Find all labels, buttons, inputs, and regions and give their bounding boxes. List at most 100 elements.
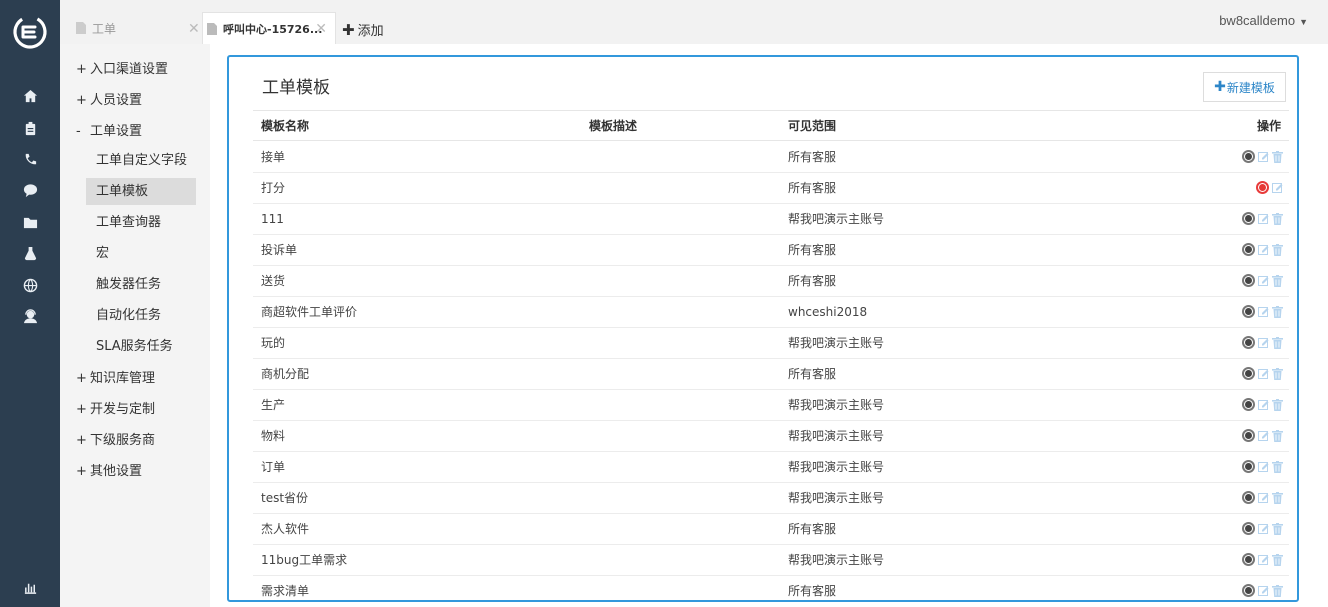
folder-icon[interactable]: [20, 212, 40, 232]
document-icon: [207, 22, 217, 35]
sidebar-item[interactable]: 工单自定义字段: [86, 147, 196, 174]
sidebar-item[interactable]: 触发器任务: [86, 271, 196, 298]
enable-toggle-icon[interactable]: [1242, 460, 1255, 473]
bar-chart-icon[interactable]: [20, 577, 40, 597]
edit-icon[interactable]: [1258, 430, 1269, 442]
enable-toggle-icon[interactable]: [1242, 150, 1255, 163]
template-name: 打分: [261, 181, 286, 195]
phone-icon[interactable]: [20, 149, 40, 169]
user-menu[interactable]: bw8calldemo ▼: [1219, 13, 1308, 28]
delete-icon[interactable]: [1272, 336, 1283, 349]
enable-toggle-icon[interactable]: [1242, 429, 1255, 442]
sidebar-group[interactable]: - 工单设置: [76, 120, 142, 139]
delete-icon[interactable]: [1272, 553, 1283, 566]
enable-toggle-icon[interactable]: [1242, 398, 1255, 411]
sidebar-group[interactable]: + 入口渠道设置: [76, 58, 168, 77]
enable-toggle-icon[interactable]: [1242, 553, 1255, 566]
template-name: 商机分配: [261, 367, 310, 381]
edit-icon[interactable]: [1258, 244, 1269, 256]
delete-icon[interactable]: [1272, 491, 1283, 504]
enable-toggle-icon[interactable]: [1242, 584, 1255, 597]
delete-icon[interactable]: [1272, 243, 1283, 256]
enable-toggle-icon[interactable]: [1242, 491, 1255, 504]
tab-tickets[interactable]: 工单 ✕: [76, 12, 208, 44]
delete-icon[interactable]: [1272, 150, 1283, 163]
edit-icon[interactable]: [1258, 275, 1269, 287]
chat-icon[interactable]: [20, 180, 40, 200]
edit-icon[interactable]: [1258, 554, 1269, 566]
sidebar-group[interactable]: + 开发与定制: [76, 398, 155, 417]
flask-icon[interactable]: [20, 243, 40, 263]
globe-icon[interactable]: [20, 275, 40, 295]
template-name: 投诉单: [261, 243, 298, 257]
close-icon[interactable]: ✕: [315, 21, 327, 37]
app-logo-icon[interactable]: [12, 14, 48, 50]
edit-icon[interactable]: [1258, 337, 1269, 349]
row-actions: [1242, 491, 1283, 504]
document-icon: [76, 22, 86, 34]
delete-icon[interactable]: [1272, 367, 1283, 380]
sidebar-item[interactable]: 工单模板: [86, 178, 196, 205]
edit-icon[interactable]: [1258, 492, 1269, 504]
close-icon[interactable]: ✕: [188, 21, 200, 37]
template-name: test省份: [261, 491, 309, 505]
sidebar-group[interactable]: + 下级服务商: [76, 429, 155, 448]
delete-icon[interactable]: [1272, 584, 1283, 597]
home-icon[interactable]: [20, 86, 40, 106]
delete-icon[interactable]: [1272, 305, 1283, 318]
enable-toggle-icon[interactable]: [1242, 274, 1255, 287]
sidebar-item[interactable]: 工单查询器: [86, 209, 196, 236]
tab-call-center[interactable]: 呼叫中心-15726... ✕: [202, 12, 336, 44]
sidebar-group-label: 知识库管理: [90, 371, 156, 386]
enable-toggle-icon[interactable]: [1242, 243, 1255, 256]
row-actions: [1242, 367, 1283, 380]
username: bw8calldemo: [1219, 13, 1296, 28]
template-scope: 帮我吧演示主账号: [788, 212, 885, 226]
caret-down-icon: ▼: [1299, 17, 1308, 27]
sidebar-group[interactable]: + 知识库管理: [76, 367, 155, 386]
template-scope: 帮我吧演示主账号: [788, 491, 885, 505]
row-actions: [1242, 584, 1283, 597]
enable-toggle-icon[interactable]: [1242, 212, 1255, 225]
delete-icon[interactable]: [1272, 460, 1283, 473]
row-actions: [1242, 150, 1283, 163]
template-scope: 帮我吧演示主账号: [788, 429, 885, 443]
sidebar-group[interactable]: + 其他设置: [76, 460, 142, 479]
enable-toggle-icon[interactable]: [1242, 305, 1255, 318]
edit-icon[interactable]: [1258, 399, 1269, 411]
edit-icon[interactable]: [1258, 213, 1269, 225]
enable-toggle-icon[interactable]: [1242, 367, 1255, 380]
edit-icon[interactable]: [1272, 182, 1283, 194]
template-name: 订单: [261, 460, 286, 474]
clipboard-icon[interactable]: [20, 118, 40, 138]
table-row: 111 帮我吧演示主账号: [253, 204, 1289, 235]
template-scope: whceshi2018: [788, 305, 868, 319]
sidebar-group[interactable]: + 人员设置: [76, 89, 142, 108]
edit-icon[interactable]: [1258, 585, 1269, 597]
sidebar-group-label: 入口渠道设置: [90, 62, 169, 77]
edit-icon[interactable]: [1258, 368, 1269, 380]
sidebar-item[interactable]: 自动化任务: [86, 302, 196, 329]
table-row: test省份 帮我吧演示主账号: [253, 483, 1289, 514]
row-actions: [1242, 522, 1283, 535]
sidebar-item[interactable]: SLA服务任务: [86, 333, 196, 360]
plus-icon: ✚: [1214, 79, 1226, 95]
edit-icon[interactable]: [1258, 151, 1269, 163]
delete-icon[interactable]: [1272, 398, 1283, 411]
edit-icon[interactable]: [1258, 461, 1269, 473]
sidebar-item[interactable]: 宏: [86, 240, 196, 267]
enable-toggle-icon[interactable]: [1256, 181, 1269, 194]
support-icon[interactable]: [20, 306, 40, 326]
delete-icon[interactable]: [1272, 274, 1283, 287]
delete-icon[interactable]: [1272, 429, 1283, 442]
edit-icon[interactable]: [1258, 306, 1269, 318]
edit-icon[interactable]: [1258, 523, 1269, 535]
tab-label: 呼叫中心-15726...: [223, 22, 323, 36]
enable-toggle-icon[interactable]: [1242, 522, 1255, 535]
delete-icon[interactable]: [1272, 212, 1283, 225]
enable-toggle-icon[interactable]: [1242, 336, 1255, 349]
delete-icon[interactable]: [1272, 522, 1283, 535]
table-header: 模板名称 模板描述 可见范围 操作: [253, 110, 1289, 141]
add-tab-button[interactable]: ✚ 添加: [342, 20, 384, 40]
new-template-button[interactable]: ✚ 新建模板: [1203, 72, 1286, 102]
